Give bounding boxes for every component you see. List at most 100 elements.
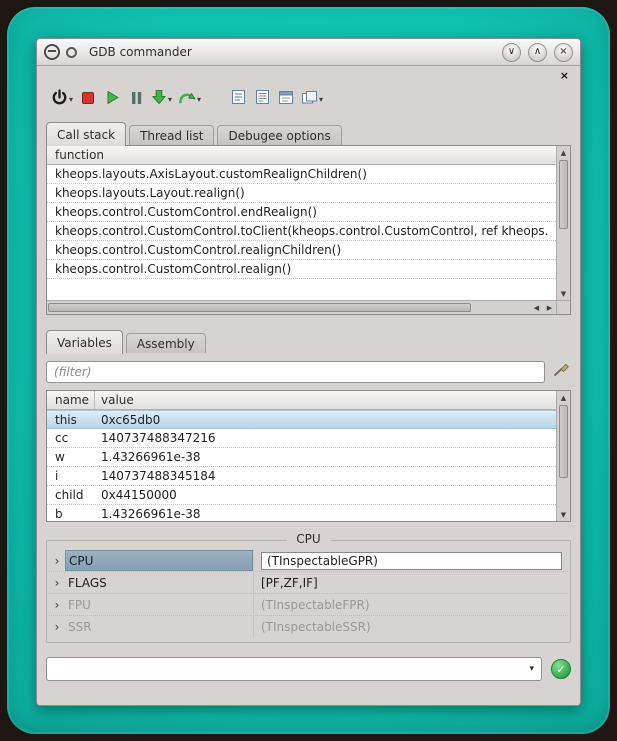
register-group-value: (TInspectableFPR) bbox=[253, 594, 568, 615]
pause-button[interactable] bbox=[124, 86, 148, 112]
scrollbar-track[interactable] bbox=[559, 405, 568, 507]
scrollbar-track[interactable] bbox=[559, 160, 568, 286]
scroll-right-icon[interactable]: ▶ bbox=[543, 301, 556, 314]
window-title: GDB commander bbox=[89, 45, 495, 59]
variable-name: b bbox=[47, 507, 95, 521]
column-header-value[interactable]: value bbox=[95, 393, 556, 407]
register-value-editbox[interactable]: (TInspectableGPR) bbox=[261, 552, 562, 570]
cpu-row[interactable]: › SSR (TInspectableSSR) bbox=[49, 616, 568, 638]
scrollbar-thumb[interactable] bbox=[559, 405, 568, 478]
titlebar[interactable]: GDB commander ∨ ∧ × bbox=[37, 39, 580, 66]
scroll-down-icon[interactable]: ▼ bbox=[557, 287, 570, 300]
callstack-horizontal-scrollbar[interactable]: ◀ ▶ bbox=[47, 300, 556, 314]
chevron-down-icon[interactable]: ▾ bbox=[69, 95, 73, 104]
register-group-name[interactable]: CPU bbox=[65, 550, 253, 571]
variables-vertical-scrollbar[interactable]: ▲ ▼ bbox=[556, 391, 570, 521]
cpu-row[interactable]: › FPU (TInspectableFPR) bbox=[49, 594, 568, 616]
combo-dropdown-icon[interactable]: ▾ bbox=[529, 664, 534, 674]
tab-assembly[interactable]: Assembly bbox=[126, 333, 206, 353]
scroll-up-icon[interactable]: ▲ bbox=[557, 146, 570, 159]
call-stack-panel: function kheops.layouts.AxisLayout.custo… bbox=[46, 145, 571, 315]
expander-icon[interactable]: › bbox=[49, 572, 65, 593]
stop-icon bbox=[81, 90, 95, 109]
command-combobox[interactable]: ▾ bbox=[46, 657, 542, 681]
maximize-button[interactable]: ∧ bbox=[528, 43, 547, 62]
cpu-row[interactable]: › CPU (TInspectableGPR) bbox=[49, 550, 568, 572]
gdb-commander-window: GDB commander ∨ ∧ × × ▾ bbox=[36, 38, 581, 706]
stop-button[interactable] bbox=[76, 86, 100, 112]
panel-close-icon[interactable]: × bbox=[560, 70, 571, 81]
variable-name: child bbox=[47, 488, 95, 502]
views-button[interactable]: ▾ bbox=[298, 86, 326, 112]
variable-row[interactable]: b 1.43266961e-38 bbox=[47, 505, 556, 521]
call-stack-row[interactable]: kheops.layouts.Layout.realign() bbox=[47, 184, 556, 203]
start-debugging-button[interactable]: ▾ bbox=[48, 86, 76, 112]
power-icon bbox=[51, 89, 68, 110]
step-over-button[interactable]: ▾ bbox=[175, 86, 204, 112]
desktop-background: GDB commander ∨ ∧ × × ▾ bbox=[0, 0, 617, 741]
chevron-down-icon[interactable]: ▾ bbox=[168, 95, 172, 104]
app-badge-icon bbox=[66, 47, 77, 58]
confirm-button[interactable]: ✓ bbox=[551, 659, 571, 679]
expander-icon[interactable]: › bbox=[49, 616, 65, 638]
call-stack-row[interactable]: kheops.layouts.AxisLayout.customRealignC… bbox=[47, 165, 556, 184]
memory-view-button[interactable] bbox=[274, 86, 298, 112]
cpu-groupbox: CPU › CPU (TInspectableGPR) › FLAGS [PF,… bbox=[46, 540, 571, 643]
variable-value: 1.43266961e-38 bbox=[95, 450, 556, 464]
minimize-button[interactable]: ∨ bbox=[502, 43, 521, 62]
register-group-name[interactable]: FLAGS bbox=[65, 572, 253, 593]
register-group-name[interactable]: SSR bbox=[65, 616, 253, 638]
clean-filter-icon[interactable] bbox=[552, 362, 571, 382]
variable-row[interactable]: i 140737488345184 bbox=[47, 467, 556, 486]
scroll-up-icon[interactable]: ▲ bbox=[557, 391, 570, 404]
continue-button[interactable] bbox=[100, 86, 124, 112]
chevron-down-icon[interactable]: ▾ bbox=[319, 95, 323, 104]
step-button[interactable]: ▾ bbox=[148, 86, 175, 112]
chevron-down-icon[interactable]: ▾ bbox=[197, 95, 201, 104]
variable-name: cc bbox=[47, 431, 95, 445]
windows-icon bbox=[301, 90, 318, 109]
tab-variables[interactable]: Variables bbox=[46, 330, 123, 354]
tab-thread-list[interactable]: Thread list bbox=[129, 125, 214, 145]
register-group-name[interactable]: FPU bbox=[65, 594, 253, 615]
expander-icon[interactable]: › bbox=[49, 594, 65, 615]
command-input[interactable] bbox=[46, 657, 542, 681]
variable-row[interactable]: w 1.43266961e-38 bbox=[47, 448, 556, 467]
variables-header[interactable]: name value bbox=[47, 391, 556, 410]
call-stack-row[interactable]: kheops.control.CustomControl.realignChil… bbox=[47, 241, 556, 260]
call-stack-list: function kheops.layouts.AxisLayout.custo… bbox=[47, 146, 556, 300]
filter-row bbox=[46, 361, 571, 383]
cpu-row[interactable]: › FLAGS [PF,ZF,IF] bbox=[49, 572, 568, 594]
variable-name: w bbox=[47, 450, 95, 464]
step-over-icon bbox=[178, 90, 196, 109]
app-icon bbox=[44, 44, 60, 60]
play-icon bbox=[105, 90, 120, 109]
expander-icon[interactable]: › bbox=[49, 550, 65, 571]
scroll-left-icon[interactable]: ◀ bbox=[530, 301, 543, 314]
filter-input[interactable] bbox=[46, 361, 545, 383]
dock-header: × bbox=[46, 68, 571, 82]
call-stack-row[interactable]: kheops.control.CustomControl.realign() bbox=[47, 260, 556, 279]
callstack-vertical-scrollbar[interactable]: ▲ ▼ bbox=[556, 146, 570, 300]
variable-value: 140737488345184 bbox=[95, 469, 556, 483]
register-group-value: (TInspectableSSR) bbox=[253, 616, 568, 638]
variable-value: 0x44150000 bbox=[95, 488, 556, 502]
source-document-button[interactable] bbox=[226, 86, 250, 112]
variable-row[interactable]: child 0x44150000 bbox=[47, 486, 556, 505]
list-document-icon bbox=[255, 89, 270, 109]
tab-debugee-options[interactable]: Debugee options bbox=[217, 125, 341, 145]
close-button[interactable]: × bbox=[554, 43, 573, 62]
column-header-function[interactable]: function bbox=[47, 146, 556, 165]
column-header-name[interactable]: name bbox=[47, 391, 95, 409]
variable-row[interactable]: this 0xc65db0 bbox=[47, 410, 556, 429]
scrollbar-track[interactable] bbox=[48, 303, 529, 312]
call-stack-row[interactable]: kheops.control.CustomControl.endRealign(… bbox=[47, 203, 556, 222]
variable-row[interactable]: cc 140737488347216 bbox=[47, 429, 556, 448]
list-document-button[interactable] bbox=[250, 86, 274, 112]
scrollbar-thumb[interactable] bbox=[559, 160, 568, 229]
scroll-down-icon[interactable]: ▼ bbox=[557, 508, 570, 521]
scrollbar-thumb[interactable] bbox=[48, 303, 471, 312]
screenshot-frame: GDB commander ∨ ∧ × × ▾ bbox=[7, 7, 610, 734]
call-stack-row[interactable]: kheops.control.CustomControl.toClient(kh… bbox=[47, 222, 556, 241]
tab-call-stack[interactable]: Call stack bbox=[46, 122, 126, 146]
